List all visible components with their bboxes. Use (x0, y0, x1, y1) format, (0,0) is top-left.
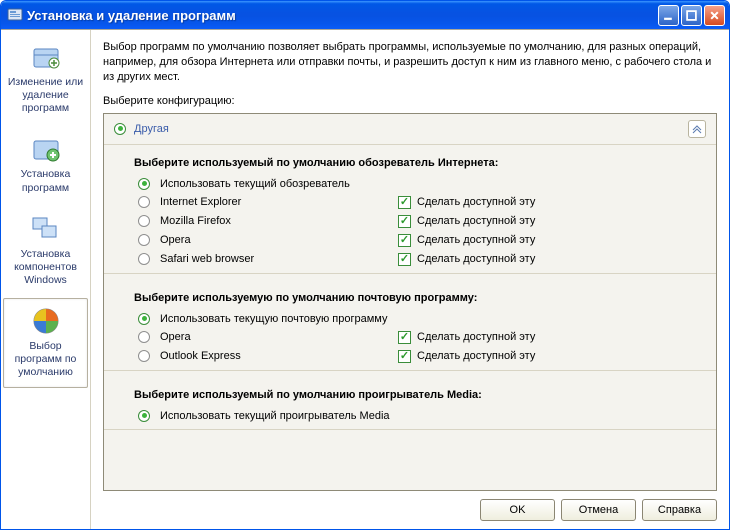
window-body: Изменение или удаление программ Установк… (1, 29, 729, 529)
window-title: Установка и удаление программ (27, 8, 656, 23)
access-checkbox[interactable] (398, 253, 411, 266)
option-label: Internet Explorer (160, 196, 241, 208)
dialog-footer: OK Отмена Справка (103, 491, 717, 521)
main-panel: Выбор программ по умолчанию позволяет вы… (91, 30, 729, 529)
option-label: Opera (160, 331, 191, 343)
access-checkbox[interactable] (398, 331, 411, 344)
option-row: Использовать текущий обозреватель (138, 175, 706, 193)
section-separator (104, 370, 716, 371)
minimize-button[interactable] (658, 5, 679, 26)
option-row: Outlook Express Сделать доступной эту (138, 347, 706, 366)
option-access: Сделать доступной эту (398, 215, 535, 228)
option-radio[interactable] (138, 331, 150, 343)
sidebar-item-windows-components[interactable]: Установка компонентов Windows (3, 206, 88, 296)
appwiz-window: Установка и удаление программ Изменение … (0, 0, 730, 530)
access-label: Сделать доступной эту (417, 196, 535, 208)
option-label: Использовать текущую почтовую программу (160, 313, 388, 325)
sidebar-item-change-remove[interactable]: Изменение или удаление программ (3, 34, 88, 124)
option-label: Mozilla Firefox (160, 215, 231, 227)
option-row: Использовать текущий проигрыватель Media (138, 407, 706, 425)
option-row: Opera Сделать доступной эту (138, 328, 706, 347)
option-label: Использовать текущий проигрыватель Media (160, 410, 390, 422)
option-access: Сделать доступной эту (398, 350, 535, 363)
option-left: Opera (138, 234, 398, 246)
option-radio[interactable] (138, 215, 150, 227)
category-label: Другая (134, 123, 688, 135)
ok-button[interactable]: OK (480, 499, 555, 521)
config-section: Выберите используемую по умолчанию почто… (104, 280, 716, 377)
collapse-button[interactable] (688, 120, 706, 138)
sidebar-item-add[interactable]: Установка программ (3, 126, 88, 203)
option-left: Использовать текущий проигрыватель Media (138, 410, 398, 422)
defaults-icon (30, 305, 62, 337)
access-label: Сделать доступной эту (417, 350, 535, 362)
section-title: Выберите используемый по умолчанию проиг… (134, 389, 706, 401)
close-button[interactable] (704, 5, 725, 26)
sidebar: Изменение или удаление программ Установк… (1, 30, 91, 529)
config-scroll[interactable]: Другая Выберите используемый по умолчани… (104, 114, 716, 490)
windows-icon (30, 213, 62, 245)
option-access: Сделать доступной эту (398, 196, 535, 209)
config-panel: Другая Выберите используемый по умолчани… (103, 113, 717, 491)
box-add-icon (30, 133, 62, 165)
section-separator (104, 273, 716, 274)
option-left: Использовать текущий обозреватель (138, 178, 398, 190)
access-checkbox[interactable] (398, 196, 411, 209)
access-checkbox[interactable] (398, 350, 411, 363)
option-row: Использовать текущую почтовую программу (138, 310, 706, 328)
access-label: Сделать доступной эту (417, 253, 535, 265)
option-radio[interactable] (138, 234, 150, 246)
option-label: Safari web browser (160, 253, 254, 265)
intro-text: Выбор программ по умолчанию позволяет вы… (103, 40, 717, 85)
section-separator (104, 429, 716, 430)
option-row: Opera Сделать доступной эту (138, 231, 706, 250)
access-label: Сделать доступной эту (417, 331, 535, 343)
radio-icon (114, 123, 126, 135)
option-radio[interactable] (138, 350, 150, 362)
option-radio[interactable] (138, 253, 150, 265)
option-access: Сделать доступной эту (398, 234, 535, 247)
titlebar[interactable]: Установка и удаление программ (1, 1, 729, 29)
config-section: Выберите используемый по умолчанию проиг… (104, 377, 716, 436)
section-title: Выберите используемую по умолчанию почто… (134, 292, 706, 304)
maximize-button[interactable] (681, 5, 702, 26)
option-row: Mozilla Firefox Сделать доступной эту (138, 212, 706, 231)
config-section: Выберите используемый по умолчанию обозр… (104, 145, 716, 280)
option-radio[interactable] (138, 410, 150, 422)
option-access: Сделать доступной эту (398, 253, 535, 266)
option-left: Internet Explorer (138, 196, 398, 208)
access-checkbox[interactable] (398, 234, 411, 247)
sidebar-item-label: Изменение или удаление программ (6, 76, 85, 115)
option-radio[interactable] (138, 196, 150, 208)
option-left: Safari web browser (138, 253, 398, 265)
option-label: Outlook Express (160, 350, 241, 362)
option-left: Outlook Express (138, 350, 398, 362)
access-label: Сделать доступной эту (417, 215, 535, 227)
sidebar-item-label: Установка программ (6, 168, 85, 194)
help-button[interactable]: Справка (642, 499, 717, 521)
option-row: Safari web browser Сделать доступной эту (138, 250, 706, 269)
option-access: Сделать доступной эту (398, 331, 535, 344)
option-left: Использовать текущую почтовую программу (138, 313, 398, 325)
sidebar-item-defaults[interactable]: Выбор программ по умолчанию (3, 298, 88, 388)
section-title: Выберите используемый по умолчанию обозр… (134, 157, 706, 169)
sidebar-item-label: Выбор программ по умолчанию (6, 340, 85, 379)
sidebar-item-label: Установка компонентов Windows (6, 248, 85, 287)
access-checkbox[interactable] (398, 215, 411, 228)
option-label: Использовать текущий обозреватель (160, 178, 350, 190)
box-icon (30, 41, 62, 73)
app-icon (7, 7, 23, 23)
option-label: Opera (160, 234, 191, 246)
option-row: Internet Explorer Сделать доступной эту (138, 193, 706, 212)
cancel-button[interactable]: Отмена (561, 499, 636, 521)
config-category-other[interactable]: Другая (104, 114, 716, 145)
prompt-label: Выберите конфигурацию: (103, 95, 717, 107)
option-left: Mozilla Firefox (138, 215, 398, 227)
option-left: Opera (138, 331, 398, 343)
access-label: Сделать доступной эту (417, 234, 535, 246)
option-radio[interactable] (138, 178, 150, 190)
option-radio[interactable] (138, 313, 150, 325)
